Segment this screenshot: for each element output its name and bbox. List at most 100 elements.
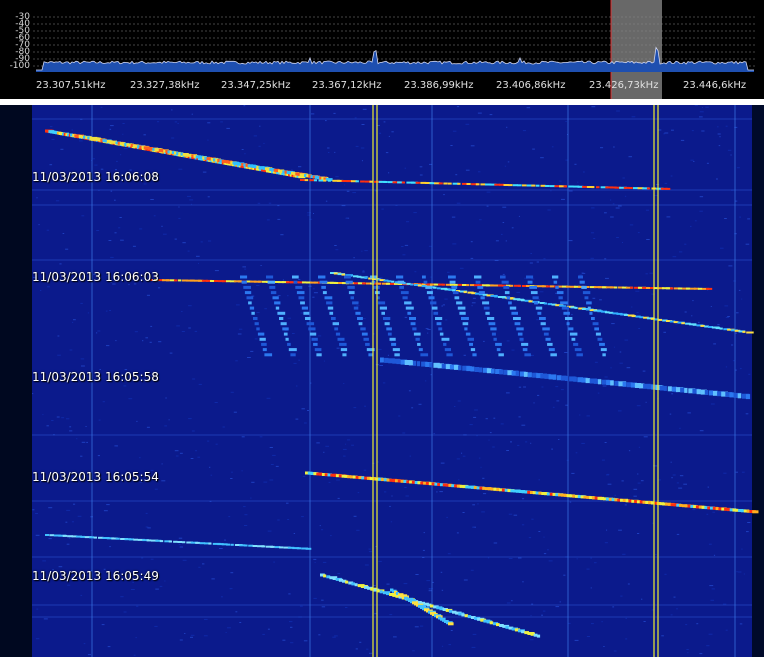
noise-speck (537, 394, 540, 396)
signal-trace (523, 371, 528, 377)
noise-speck (299, 605, 303, 607)
noise-speck (225, 632, 227, 633)
noise-speck (472, 633, 477, 635)
noise-speck (478, 171, 481, 173)
signal-trace (624, 314, 629, 316)
signal-trace (478, 367, 483, 373)
signal-trace (586, 301, 592, 305)
noise-speck (69, 430, 73, 432)
noise-speck (47, 286, 50, 288)
noise-speck (198, 383, 202, 385)
noise-speck (362, 270, 365, 271)
noise-speck (171, 109, 173, 111)
noise-speck (146, 294, 150, 296)
signal-trace (477, 285, 484, 289)
noise-speck (522, 581, 524, 583)
noise-speck (643, 436, 648, 438)
signal-trace (355, 311, 361, 315)
noise-speck (676, 482, 679, 484)
signal-trace (266, 275, 274, 279)
noise-speck (72, 321, 74, 323)
noise-speck (481, 511, 485, 513)
noise-speck (508, 513, 513, 515)
noise-speck (522, 130, 526, 132)
signal-trace (381, 311, 385, 315)
noise-speck (335, 176, 339, 178)
signal-trace (490, 327, 497, 331)
noise-speck (725, 125, 728, 127)
right-edge-shade (752, 105, 764, 657)
noise-speck (287, 317, 291, 319)
signal-trace (401, 181, 405, 184)
noise-speck (94, 164, 98, 166)
signal-trace (474, 367, 480, 372)
signal-trace (438, 327, 443, 331)
signal-trace (295, 285, 303, 289)
noise-speck (425, 328, 429, 330)
noise-speck (739, 623, 743, 625)
noise-speck (727, 316, 730, 317)
noise-speck (259, 436, 263, 438)
noise-speck (612, 203, 615, 205)
signal-trace (243, 285, 251, 289)
noise-speck (479, 219, 482, 221)
signal-trace (435, 317, 443, 320)
noise-speck (448, 644, 451, 646)
noise-speck (686, 649, 689, 650)
noise-speck (214, 270, 219, 272)
noise-speck (71, 129, 73, 131)
noise-speck (522, 498, 525, 500)
noise-speck (618, 410, 622, 412)
noise-speck (422, 549, 425, 551)
noise-speck (190, 634, 195, 636)
noise-speck (618, 529, 622, 531)
signal-trace (752, 510, 759, 514)
noise-speck (511, 227, 514, 229)
noise-speck (360, 147, 365, 149)
noise-speck (352, 192, 356, 194)
noise-speck (683, 483, 687, 485)
signal-trace (251, 311, 255, 315)
signal-trace (115, 537, 120, 540)
noise-speck (725, 629, 728, 631)
signal-trace (681, 322, 685, 325)
noise-speck (458, 479, 460, 481)
noise-speck (275, 465, 279, 467)
noise-speck (226, 127, 230, 129)
waterfall-panel[interactable]: 11/03/2013 16:06:08 11/03/2013 16:06:03 … (0, 105, 764, 657)
noise-speck (555, 386, 559, 388)
noise-speck (286, 502, 289, 504)
noise-speck (171, 137, 175, 139)
noise-speck (48, 507, 53, 509)
signal-trace (318, 179, 324, 182)
noise-speck (699, 430, 704, 432)
signal-trace (470, 348, 476, 352)
noise-speck (602, 385, 607, 387)
noise-speck (710, 599, 714, 601)
noise-speck (163, 233, 167, 235)
noise-speck (745, 243, 750, 245)
noise-speck (179, 639, 183, 641)
noise-speck (325, 200, 328, 202)
noise-speck (426, 580, 431, 582)
noise-speck (159, 585, 163, 587)
signal-trace (491, 368, 495, 374)
noise-speck (168, 419, 170, 421)
signal-trace (428, 296, 435, 300)
signal-trace (347, 285, 355, 289)
signal-trace (420, 353, 429, 357)
noise-speck (620, 595, 623, 597)
noise-speck (583, 171, 585, 173)
noise-speck (266, 219, 270, 221)
spectrum-panel[interactable]: -30 -40 -50 -60 -70 -80 -90 -100 23.307,… (0, 0, 764, 99)
signal-trace (550, 353, 557, 357)
noise-speck (713, 343, 716, 345)
signal-trace (379, 590, 383, 594)
signal-trace (168, 540, 172, 543)
signal-trace (521, 342, 529, 346)
noise-speck (655, 554, 657, 555)
noise-speck (145, 512, 148, 514)
noise-speck (463, 354, 466, 356)
signal-trace (483, 306, 490, 310)
db-label: -100 (9, 61, 30, 71)
